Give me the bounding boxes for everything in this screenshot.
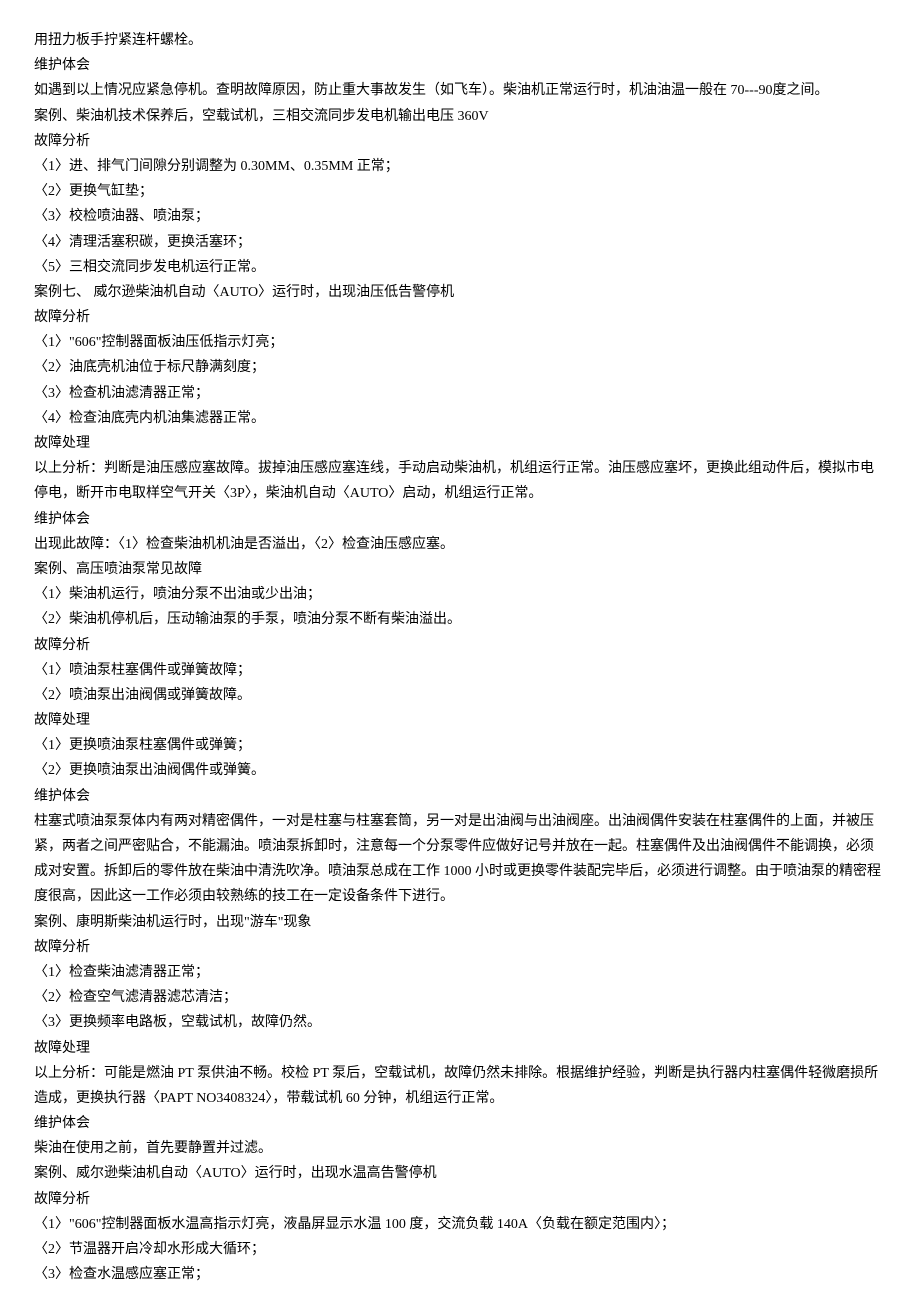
document-line: 〈1〉喷油泵柱塞偶件或弹簧故障； bbox=[34, 658, 886, 683]
document-line: 柱塞式喷油泵泵体内有两对精密偶件，一对是柱塞与柱塞套筒，另一对是出油阀与出油阀座… bbox=[34, 809, 886, 910]
document-line: 〈1〉检查柴油滤清器正常； bbox=[34, 960, 886, 985]
document-line: 案例七、 威尔逊柴油机自动〈AUTO〉运行时，出现油压低告警停机 bbox=[34, 280, 886, 305]
document-line: 故障分析 bbox=[34, 1187, 886, 1212]
document-line: 案例、高压喷油泵常见故障 bbox=[34, 557, 886, 582]
document-line: 用扭力板手拧紧连杆螺栓。 bbox=[34, 28, 886, 53]
document-line: 〈1〉柴油机运行，喷油分泵不出油或少出油； bbox=[34, 582, 886, 607]
document-line: 〈3〉检查机油滤清器正常； bbox=[34, 381, 886, 406]
document-line: 案例、威尔逊柴油机自动〈AUTO〉运行时，出现水温高告警停机 bbox=[34, 1161, 886, 1186]
document-line: 出现此故障：〈1〉检查柴油机机油是否溢出，〈2〉检查油压感应塞。 bbox=[34, 532, 886, 557]
document-line: 柴油在使用之前，首先要静置并过滤。 bbox=[34, 1136, 886, 1161]
document-line: 〈3〉检查水温感应塞正常； bbox=[34, 1262, 886, 1287]
document-line: 〈1〉进、排气门间隙分别调整为 0.30MM、0.35MM 正常； bbox=[34, 154, 886, 179]
document-line: 故障分析 bbox=[34, 305, 886, 330]
document-line: 〈2〉喷油泵出油阀偶或弹簧故障。 bbox=[34, 683, 886, 708]
document-line: 〈2〉油底壳机油位于标尺静满刻度； bbox=[34, 355, 886, 380]
document-line: 故障处理 bbox=[34, 431, 886, 456]
document-line: 〈2〉更换喷油泵出油阀偶件或弹簧。 bbox=[34, 758, 886, 783]
document-line: 案例、康明斯柴油机运行时，出现"游车"现象 bbox=[34, 910, 886, 935]
document-line: 案例、柴油机技术保养后，空载试机，三相交流同步发电机输出电压 360V bbox=[34, 104, 886, 129]
document-line: 〈5〉三相交流同步发电机运行正常。 bbox=[34, 255, 886, 280]
document-line: 维护体会 bbox=[34, 784, 886, 809]
document-line: 以上分析：判断是油压感应塞故障。拔掉油压感应塞连线，手动启动柴油机，机组运行正常… bbox=[34, 456, 886, 506]
document-line: 〈1〉"606"控制器面板油压低指示灯亮； bbox=[34, 330, 886, 355]
document-body: 用扭力板手拧紧连杆螺栓。 维护体会 如遇到以上情况应紧急停机。查明故障原因，防止… bbox=[34, 28, 886, 1287]
document-line: 维护体会 bbox=[34, 1111, 886, 1136]
document-line: 故障分析 bbox=[34, 129, 886, 154]
document-line: 〈2〉更换气缸垫； bbox=[34, 179, 886, 204]
document-line: 以上分析：可能是燃油 PT 泵供油不畅。校检 PT 泵后，空载试机，故障仍然未排… bbox=[34, 1061, 886, 1111]
document-line: 〈1〉"606"控制器面板水温高指示灯亮，液晶屏显示水温 100 度，交流负载 … bbox=[34, 1212, 886, 1237]
document-line: 故障处理 bbox=[34, 708, 886, 733]
document-line: 如遇到以上情况应紧急停机。查明故障原因，防止重大事故发生（如飞车）。柴油机正常运… bbox=[34, 78, 886, 103]
document-line: 〈4〉清理活塞积碳，更换活塞环； bbox=[34, 230, 886, 255]
document-line: 故障分析 bbox=[34, 935, 886, 960]
document-line: 维护体会 bbox=[34, 53, 886, 78]
document-line: 〈1〉更换喷油泵柱塞偶件或弹簧； bbox=[34, 733, 886, 758]
document-line: 故障分析 bbox=[34, 633, 886, 658]
document-line: 〈2〉节温器开启冷却水形成大循环； bbox=[34, 1237, 886, 1262]
document-line: 维护体会 bbox=[34, 507, 886, 532]
document-line: 〈2〉检查空气滤清器滤芯清洁； bbox=[34, 985, 886, 1010]
document-line: 〈2〉柴油机停机后，压动输油泵的手泵，喷油分泵不断有柴油溢出。 bbox=[34, 607, 886, 632]
document-line: 故障处理 bbox=[34, 1036, 886, 1061]
document-line: 〈4〉检查油底壳内机油集滤器正常。 bbox=[34, 406, 886, 431]
document-line: 〈3〉更换频率电路板，空载试机，故障仍然。 bbox=[34, 1010, 886, 1035]
document-line: 〈3〉校检喷油器、喷油泵； bbox=[34, 204, 886, 229]
